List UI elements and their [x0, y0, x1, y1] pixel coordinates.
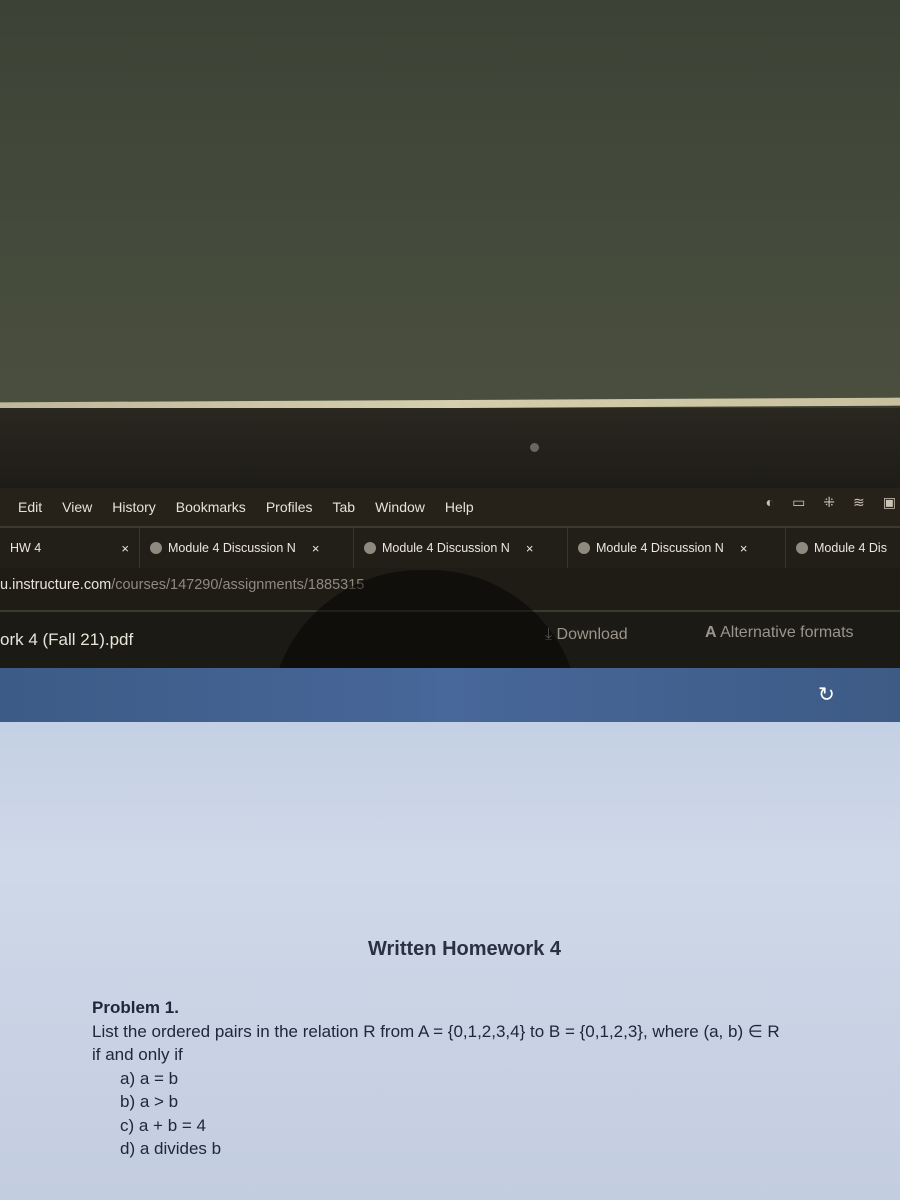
pdf-viewer-toolbar — [0, 668, 900, 722]
tab-label: Module 4 Discussion N — [168, 541, 296, 555]
problem-item-b: b) a > b — [120, 1092, 179, 1111]
globe-icon[interactable]: ◐ — [766, 494, 774, 511]
problem-text-cont: if and only if — [92, 1045, 183, 1064]
close-icon[interactable]: × — [312, 541, 320, 556]
url-path: /courses/147290/assignments/1885315 — [111, 577, 365, 593]
tab-module4-3[interactable]: Module 4 Discussion N × — [568, 528, 786, 568]
tab-label: Module 4 Discussion N — [382, 541, 510, 555]
wifi-icon[interactable]: ≋ — [853, 494, 865, 511]
menu-tab[interactable]: Tab — [333, 499, 356, 515]
menu-history[interactable]: History — [112, 499, 156, 515]
tab-module4-2[interactable]: Module 4 Discussion N × — [354, 528, 568, 568]
monitor-bezel — [0, 408, 900, 488]
rotate-icon[interactable]: ↻ — [818, 682, 835, 707]
background-wall — [0, 0, 900, 405]
close-icon[interactable]: × — [740, 541, 748, 556]
tab-module4-4[interactable]: Module 4 Dis — [786, 528, 897, 568]
airplay-icon[interactable]: ▭ — [792, 494, 805, 511]
tab-label: Module 4 Discussion N — [596, 541, 724, 555]
control-icon[interactable]: ⁜ — [823, 494, 835, 511]
tab-label: Module 4 Dis — [814, 541, 887, 555]
document-title: Written Homework 4 — [368, 938, 561, 960]
tab-hw4[interactable]: HW 4 × — [0, 528, 140, 568]
url-host: u.instructure.com — [0, 577, 112, 593]
globe-icon — [364, 542, 376, 554]
file-name: ork 4 (Fall 21).pdf — [0, 630, 134, 649]
menu-edit[interactable]: Edit — [18, 499, 42, 515]
alternative-formats-button[interactable]: A Alternative formats — [705, 624, 854, 642]
problem-item-d: d) a divides b — [120, 1139, 222, 1158]
menu-profiles[interactable]: Profiles — [266, 499, 313, 515]
tab-module4-1[interactable]: Module 4 Discussion N × — [140, 528, 354, 568]
menu-bookmarks[interactable]: Bookmarks — [176, 499, 246, 515]
globe-icon — [796, 542, 808, 554]
problem-item-c: c) a + b = 4 — [120, 1115, 206, 1135]
download-label: Download — [556, 626, 628, 643]
problem-1: Problem 1. List the ordered pairs in the… — [92, 996, 780, 1161]
alternative-formats-label: Alternative formats — [720, 624, 854, 641]
status-icons: ◐ ▭ ⁜ ≋ ▣ — [766, 494, 896, 511]
menu-view[interactable]: View — [62, 499, 92, 515]
globe-icon — [578, 542, 590, 554]
globe-icon — [150, 542, 162, 554]
tab-label: HW 4 — [10, 541, 42, 555]
problem-text: List the ordered pairs in the relation R… — [92, 1021, 780, 1041]
problem-heading: Problem 1. — [92, 998, 179, 1017]
alternative-formats-icon: A — [705, 624, 717, 641]
battery-icon[interactable]: ▣ — [883, 494, 896, 511]
menu-window[interactable]: Window — [375, 499, 425, 515]
problem-item-a: a) a = b — [120, 1068, 179, 1088]
close-icon[interactable]: × — [526, 541, 534, 556]
camera-icon — [530, 443, 539, 452]
close-icon[interactable]: × — [121, 541, 129, 556]
tab-bar: HW 4 × Module 4 Discussion N × Module 4 Di… — [0, 528, 900, 568]
menu-help[interactable]: Help — [445, 499, 474, 515]
